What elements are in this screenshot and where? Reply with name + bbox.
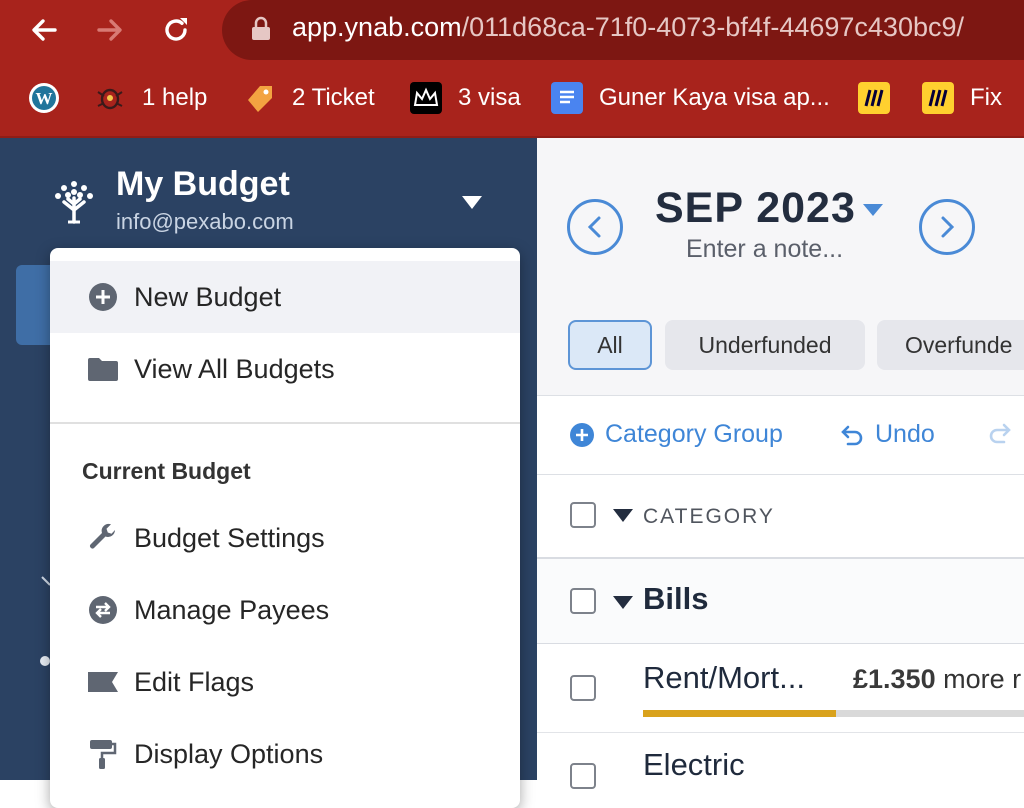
goal-amount: £1.350	[853, 664, 936, 694]
goal-progress-bar	[643, 710, 1024, 717]
back-button[interactable]	[22, 8, 66, 52]
budget-toolbar: Category Group Undo	[537, 396, 1024, 475]
redo-button[interactable]	[987, 420, 1013, 446]
bookmark-wordpress[interactable]: W	[28, 80, 76, 116]
back-arrow-icon	[32, 19, 57, 41]
toolbar-label: Category Group	[605, 420, 783, 448]
crown-icon	[410, 82, 442, 114]
bookmark-fix[interactable]: Fix	[922, 80, 1002, 116]
bookmark-label: 3 visa	[458, 84, 521, 111]
tree-logo-icon	[55, 181, 93, 224]
forward-button[interactable]	[88, 8, 132, 52]
bookmark-guner-kaya[interactable]: Guner Kaya visa ap...	[551, 80, 830, 116]
bookmark-ticket[interactable]: 2 Ticket	[244, 80, 375, 116]
menu-item-manage-payees[interactable]: Manage Payees	[50, 574, 520, 646]
bookmark-label: 1 help	[142, 84, 208, 111]
month-header: SEP 2023 Enter a note... All Underfunded…	[537, 138, 1024, 396]
collapse-all-icon[interactable]	[613, 509, 633, 522]
category-checkbox[interactable]	[570, 675, 596, 701]
undo-button[interactable]: Undo	[839, 420, 935, 449]
category-name[interactable]: Rent/Mort...	[643, 660, 805, 696]
column-header-category[interactable]: CATEGORY	[643, 505, 775, 529]
sidebar-dot	[40, 656, 50, 666]
plus-circle-icon	[86, 282, 120, 312]
caret-down-icon[interactable]	[462, 196, 482, 209]
menu-item-label: Manage Payees	[134, 594, 330, 625]
budget-main-pane: SEP 2023 Enter a note... All Underfunded…	[537, 138, 1024, 789]
previous-month-button[interactable]	[567, 199, 623, 255]
category-row[interactable]: Rent/Mort... £1.350 more r	[537, 644, 1024, 733]
url-domain: app.ynab.com	[292, 12, 462, 42]
flag-icon	[86, 671, 120, 693]
url-path: /011d68ca-71f0-4073-bf4f-44697c430bc9/	[461, 12, 964, 42]
redo-icon	[989, 423, 1011, 444]
month-note[interactable]: Enter a note...	[686, 235, 843, 264]
bookmark-label: Fix	[970, 84, 1002, 111]
paint-roller-icon	[86, 738, 120, 770]
filter-overfunded[interactable]: Overfunde	[877, 320, 1024, 370]
plus-circle-icon	[570, 422, 594, 447]
folder-icon	[86, 356, 120, 382]
filter-all[interactable]: All	[568, 320, 652, 370]
miro-icon	[858, 82, 890, 114]
bookmark-label: 2 Ticket	[292, 84, 375, 111]
category-group-row: Bills	[537, 559, 1024, 644]
menu-item-label: Edit Flags	[134, 666, 255, 697]
menu-item-edit-flags[interactable]: Edit Flags	[50, 646, 520, 718]
bookmark-visa[interactable]: 3 visa	[410, 80, 521, 116]
bookmark-help[interactable]: 1 help	[94, 80, 207, 116]
bookmark-miro[interactable]	[858, 80, 906, 116]
category-name[interactable]: Electric	[643, 747, 745, 783]
toolbar-label: Undo	[875, 420, 935, 448]
menu-item-label: View All Budgets	[134, 353, 335, 384]
miro-icon	[922, 82, 954, 114]
browser-address-bar: app.ynab.com/011d68ca-71f0-4073-bf4f-446…	[0, 0, 1024, 60]
undo-icon	[841, 425, 863, 445]
select-all-checkbox[interactable]	[570, 502, 596, 528]
category-checkbox[interactable]	[570, 763, 596, 789]
lock-icon	[252, 16, 270, 40]
wrench-icon	[86, 523, 120, 553]
bookmark-label: Guner Kaya visa ap...	[599, 84, 830, 111]
wordpress-icon: W	[28, 82, 60, 114]
goal-suffix: more r	[943, 664, 1022, 694]
menu-item-label: Budget Settings	[134, 522, 325, 553]
budget-name[interactable]: My Budget	[116, 165, 290, 204]
tag-icon	[244, 82, 276, 114]
account-email: info@pexabo.com	[116, 209, 294, 234]
category-column-header: CATEGORY	[537, 475, 1024, 559]
bug-icon	[94, 82, 126, 114]
reload-icon	[165, 18, 187, 41]
budget-dropdown-menu: New Budget View All Budgets Current Budg…	[50, 248, 520, 808]
filter-underfunded[interactable]: Underfunded	[665, 320, 865, 370]
add-category-group-button[interactable]: Category Group	[569, 420, 783, 449]
svg-text:W: W	[36, 89, 53, 108]
month-caret-icon[interactable]	[863, 204, 883, 216]
group-checkbox[interactable]	[570, 588, 596, 614]
collapse-group-icon[interactable]	[613, 596, 633, 609]
category-goal-status: £1.350 more r	[853, 664, 1021, 695]
group-name[interactable]: Bills	[643, 581, 708, 617]
menu-section-heading: Current Budget	[82, 458, 251, 484]
menu-item-new-budget[interactable]: New Budget	[50, 261, 520, 333]
forward-arrow-icon	[97, 19, 122, 41]
menu-item-label: New Budget	[134, 281, 282, 312]
menu-item-display-options[interactable]: Display Options	[50, 718, 520, 790]
swap-arrows-icon	[86, 595, 120, 625]
bookmarks-bar: W 1 help 2 Ticket 3 visa Guner Kaya visa…	[0, 60, 1024, 138]
url-text: app.ynab.com/011d68ca-71f0-4073-bf4f-446…	[292, 12, 964, 43]
category-row[interactable]: Electric	[537, 733, 1024, 793]
menu-item-label: Display Options	[134, 738, 324, 769]
next-month-button[interactable]	[919, 199, 975, 255]
menu-divider	[50, 422, 520, 424]
goal-progress-fill	[643, 710, 837, 717]
docs-icon	[551, 82, 583, 114]
chevron-left-icon	[587, 216, 601, 238]
chevron-right-icon	[941, 216, 955, 238]
reload-button[interactable]	[154, 8, 198, 52]
menu-item-view-all-budgets[interactable]: View All Budgets	[50, 333, 520, 405]
current-month[interactable]: SEP 2023	[655, 184, 856, 233]
menu-item-budget-settings[interactable]: Budget Settings	[50, 502, 520, 574]
